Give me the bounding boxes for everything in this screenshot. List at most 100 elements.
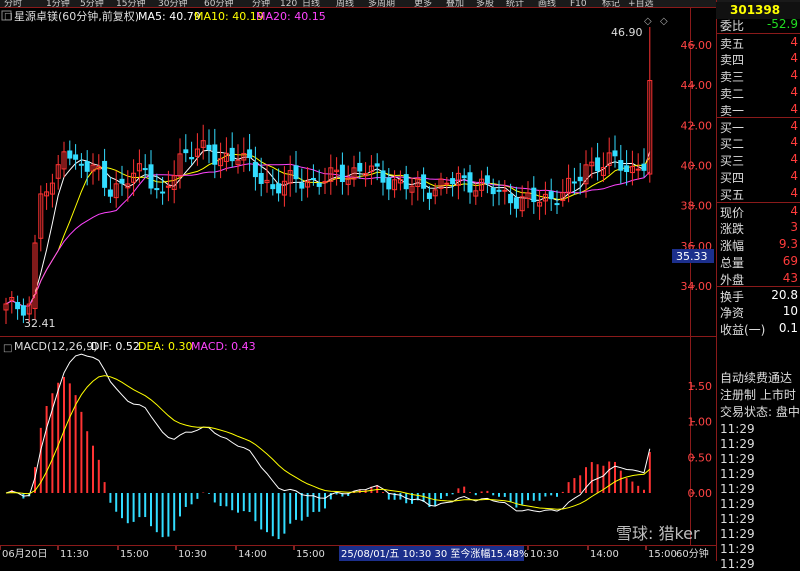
macd-label: MACD: 0.43 — [191, 340, 256, 353]
candle-body — [531, 187, 537, 203]
candle-body — [119, 178, 125, 184]
chart-title: 星源卓镁(60分钟,前复权) — [14, 9, 139, 23]
candle-body — [421, 174, 427, 189]
trade-time: 11:29 — [720, 437, 755, 451]
settings-icon[interactable]: ◇ — [660, 16, 668, 27]
buy-level-label: 买五 — [720, 188, 745, 202]
quote-stat-row: 收益(一) 0.1 — [716, 320, 800, 337]
svg-text:□: □ — [4, 12, 13, 22]
diamond-icon[interactable]: ◇ — [644, 16, 652, 27]
toolbar-tab[interactable]: 分时 — [4, 0, 22, 9]
toolbar-tab[interactable]: 周线 — [336, 0, 354, 9]
toolbar-tab[interactable]: 分钟 — [252, 0, 270, 9]
buy-level-label: 买四 — [720, 171, 745, 185]
notice-1[interactable]: 自动续费通达 — [716, 368, 800, 384]
toolbar-tab[interactable]: 1分钟 — [46, 0, 70, 9]
candle-body — [386, 177, 392, 190]
candle-body — [571, 181, 577, 184]
quote-stat-row: 现价 4 — [716, 202, 800, 220]
candle-body — [189, 157, 195, 160]
toolbar-tab[interactable]: 5分钟 — [80, 0, 104, 9]
sell-level-value: 4 — [790, 68, 798, 82]
candle-body — [252, 162, 258, 178]
sell-level-label: 卖五 — [720, 37, 745, 51]
price-tick: 44.00 — [681, 79, 713, 92]
chart-canvas[interactable]: 分时 1分钟 5分钟 15分钟 30分钟 60分钟 分钟 120 日线 周线 多周期 更多 叠加 多股 统计… — [0, 0, 800, 561]
toolbar-button[interactable]: F10 — [570, 0, 587, 9]
candle-body — [513, 197, 519, 209]
candle-body — [450, 178, 456, 185]
sell-level-row: 卖五 4 — [716, 33, 800, 51]
time-tick: 15:00 — [296, 549, 325, 560]
candle-body — [339, 164, 345, 183]
quote-stat-label: 涨跌 — [720, 222, 745, 236]
toolbar-button[interactable]: 多股 — [476, 0, 494, 9]
period-label[interactable]: 60分钟 — [676, 547, 709, 560]
price-tick: 42.00 — [681, 119, 713, 132]
toolbar-button[interactable]: 统计 — [506, 0, 524, 9]
webi-label: 委比 — [720, 19, 745, 33]
toolbar-button[interactable]: +自选 — [628, 0, 654, 9]
time-tick: 11:30 — [60, 549, 89, 560]
high-price-label: 46.90 — [611, 26, 643, 39]
toolbar-tab[interactable]: 日线 — [302, 0, 320, 9]
toolbar-button[interactable]: 叠加 — [446, 0, 464, 9]
cursor-time-label: 25/08/01/五 10:30 30 至今涨幅15.48% — [341, 547, 529, 560]
candle-body — [270, 184, 276, 190]
candle-body — [206, 144, 212, 150]
candle-body — [73, 154, 79, 160]
quote-stat-value: 0.1 — [778, 321, 798, 335]
candle-body — [20, 305, 26, 316]
candle-body — [316, 182, 322, 187]
candle-body — [183, 149, 189, 154]
buy-level-value: 4 — [790, 186, 798, 200]
time-tick: 14:00 — [238, 549, 267, 560]
price-tick: 46.00 — [681, 39, 713, 52]
candle-body — [357, 162, 363, 172]
time-tick: 15:00 — [648, 549, 677, 560]
quote-stat-row: 换手 20.8 — [716, 286, 800, 304]
trade-time: 11:29 — [720, 542, 755, 556]
sell-level-label: 卖二 — [720, 87, 745, 101]
time-tick: 14:00 — [590, 549, 619, 560]
macd-title: MACD(12,26,9) — [14, 340, 98, 353]
price-tick: 34.00 — [681, 280, 713, 293]
candle-body — [258, 172, 264, 184]
quote-stat-label: 外盘 — [720, 273, 745, 287]
candle-body — [229, 147, 235, 162]
candle-body — [444, 182, 450, 185]
buy-level-label: 买三 — [720, 154, 745, 168]
toolbar-tab[interactable]: 120 — [280, 0, 297, 9]
ma5-label: MA5: 40.79 — [138, 10, 201, 23]
candle-body — [635, 168, 641, 171]
watermark: 雪球: 猎ker — [616, 520, 796, 544]
toolbar-button[interactable]: 画线 — [538, 0, 556, 9]
candle-body — [212, 144, 218, 165]
sell-level-label: 卖一 — [720, 104, 745, 118]
dea-line — [5, 375, 651, 510]
candle-body — [595, 157, 601, 172]
time-tick: 10:30 — [178, 549, 207, 560]
ma20-label: MA20: 40.15 — [256, 10, 326, 23]
quote-stat-label: 收益(一) — [720, 323, 766, 337]
quote-stat-value: 20.8 — [771, 288, 798, 302]
dif-line — [5, 353, 651, 513]
candle-body — [554, 203, 560, 206]
sell-level-row: 卖四 4 — [716, 50, 800, 67]
toolbar-tab[interactable]: 30分钟 — [158, 0, 187, 9]
toolbar-tab[interactable]: 更多 — [414, 0, 432, 9]
price-marker: 35.33 — [676, 250, 708, 263]
toolbar-button[interactable]: 标记 — [602, 0, 620, 9]
candle-body — [403, 174, 409, 190]
candle-body — [508, 193, 514, 204]
candle-body — [484, 175, 490, 184]
svg-text:□: □ — [3, 343, 12, 354]
toolbar-tab[interactable]: 15分钟 — [116, 0, 145, 9]
quote-stat-value: 4 — [790, 204, 798, 218]
toolbar-tab[interactable]: 多周期 — [368, 0, 395, 9]
toolbar-tab[interactable]: 60分钟 — [204, 0, 233, 9]
sell-level-value: 4 — [790, 51, 798, 65]
quote-panel: 301398 委比 -52.9 卖五 4 卖四 4 卖三 4 卖二 4 卖一 4 买一 4 买二 4 买三… — [616, 0, 800, 571]
candle-body — [461, 175, 467, 179]
candle-body — [299, 182, 305, 189]
